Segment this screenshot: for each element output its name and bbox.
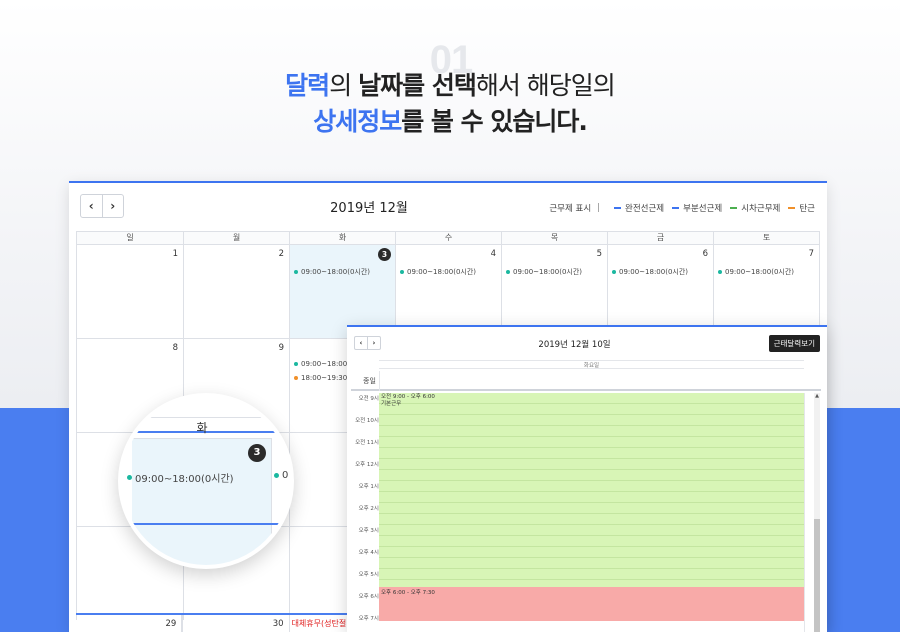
weekday-label: 목 [501,232,607,244]
time-label: 오후 5시 [358,572,379,578]
legend-item: 완전선근제 [614,202,664,214]
column-divider [804,393,805,632]
work-event[interactable]: 09:00~18:00(0시간) [718,267,794,277]
legend-item: 시차근무제 [730,202,780,214]
weekday-header: 일 월 화 수 목 금 토 [76,231,820,244]
day-number: 8 [172,343,178,353]
day-number: 2 [278,249,284,259]
scrollbar-thumb[interactable] [814,519,820,632]
attendance-calendar-button[interactable]: 근태달력보기 [768,335,820,352]
day-detail-window: ‹ › 2019년 12월 10일 근태달력보기 화요일 종일 오전 9:00 … [347,325,827,632]
headline: 달력의 날짜를 선택해서 해당일의 상세정보를 볼 수 있습니다. [0,68,900,140]
day-number: 5 [596,249,602,259]
day-cell[interactable]: 30 [182,615,288,632]
work-event[interactable]: 09:00~18:00(0시간) [400,267,476,277]
headline-line-2: 상세정보를 볼 수 있습니다. [313,107,588,136]
day-number: 4 [490,249,496,259]
holiday-event[interactable]: 대체휴무(성탄절 [292,618,347,629]
day-column-header: 화요일 [379,360,804,369]
day-number: 9 [278,343,284,353]
weekday-label: 수 [395,232,501,244]
time-label: 오후 2시 [358,506,379,512]
weekday-label: 토 [713,232,819,244]
time-label: 오전 9시 [358,396,379,402]
work-block-label: 오전 9:00 - 오후 6:00 기본근무 [381,394,435,407]
headline-line-1: 달력의 날짜를 선택해서 해당일의 [285,71,616,100]
legend-swatch [672,207,680,209]
magnified-day-badge: 3 [248,444,266,462]
event-dot [718,270,722,274]
event-dot [506,270,510,274]
day-cell[interactable]: 1 [77,245,183,338]
day-number: 1 [172,249,178,259]
magnifier-callout: 화 3 09:00~18:00(0시간) 0 [118,393,294,569]
event-dot [294,362,298,366]
all-day-label: 종일 [363,377,376,385]
work-block[interactable]: 오전 9:00 - 오후 6:00 기본근무 [379,393,804,587]
legend-item: 탄근 [788,202,815,214]
time-label: 오후 3시 [358,528,379,534]
legend-swatch [730,207,738,209]
time-label: 오전 11시 [355,440,379,446]
weekday-label: 일 [126,233,134,242]
weekday-label: 월 [183,232,289,244]
event-dot [400,270,404,274]
event-dot [294,270,298,274]
legend-divider: | [597,203,601,213]
legend-swatch [614,207,622,209]
magnified-weekday: 화 [132,417,272,439]
scroll-up-icon[interactable]: ▲ [814,393,820,399]
time-label: 오후 1시 [358,484,379,490]
day-cell[interactable]: 2 [183,245,289,338]
work-event[interactable]: 09:00~18:00(0시간) [506,267,582,277]
day-number: 7 [808,249,814,259]
time-label: 오후 12시 [355,462,379,468]
work-type-legend: 근무제 표시 | 완전선근제 부분선근제 시차근무제 탄근 [549,202,815,214]
work-event[interactable]: 09:00~18:00(0시간) [294,267,370,277]
day-number: 6 [702,249,708,259]
legend-swatch [788,207,796,209]
legend-item: 부분선근제 [672,202,722,214]
weekday-label: 금 [607,232,713,244]
work-event[interactable]: 09:00~18:00(0시간) [612,267,688,277]
overtime-block[interactable]: 오후 6:00 - 오후 7:30 [379,587,804,621]
weekday-label: 화 [289,232,395,244]
all-day-row: 종일 [351,371,821,391]
day-number: 29 [165,619,177,629]
time-label: 오후 6시 [358,594,379,600]
day-title: 2019년 12월 10일 [538,340,611,350]
time-label: 오후 4시 [358,550,379,556]
event-dot [274,473,279,478]
event-dot [127,475,132,480]
week-divider [122,523,290,525]
magnified-work-event: 09:00~18:00(0시간) [127,470,234,485]
magnifier-content: 화 3 09:00~18:00(0시간) 0 [122,397,290,565]
scrollbar[interactable]: ▲ [814,393,820,632]
week-row: 1 2 3 09:00~18:00(0시간) 4 09:00~18:00(0시간… [76,244,820,338]
overtime-block-label: 오후 6:00 - 오후 7:30 [381,590,435,596]
time-label: 오전 10시 [355,418,379,424]
day-number: 30 [272,619,284,629]
day-cell[interactable]: 29 [76,615,183,632]
event-dot [294,376,298,380]
day-number-badge: 3 [378,248,391,261]
time-grid: 오전 9:00 - 오후 6:00 기본근무 오후 6:00 - 오후 7:30 … [351,393,821,632]
legend-title: 근무제 표시 [549,204,592,214]
event-dot [612,270,616,274]
time-label: 오후 7시 [358,616,379,622]
column-divider [379,371,380,391]
magnified-next-event: 0 [274,470,288,481]
